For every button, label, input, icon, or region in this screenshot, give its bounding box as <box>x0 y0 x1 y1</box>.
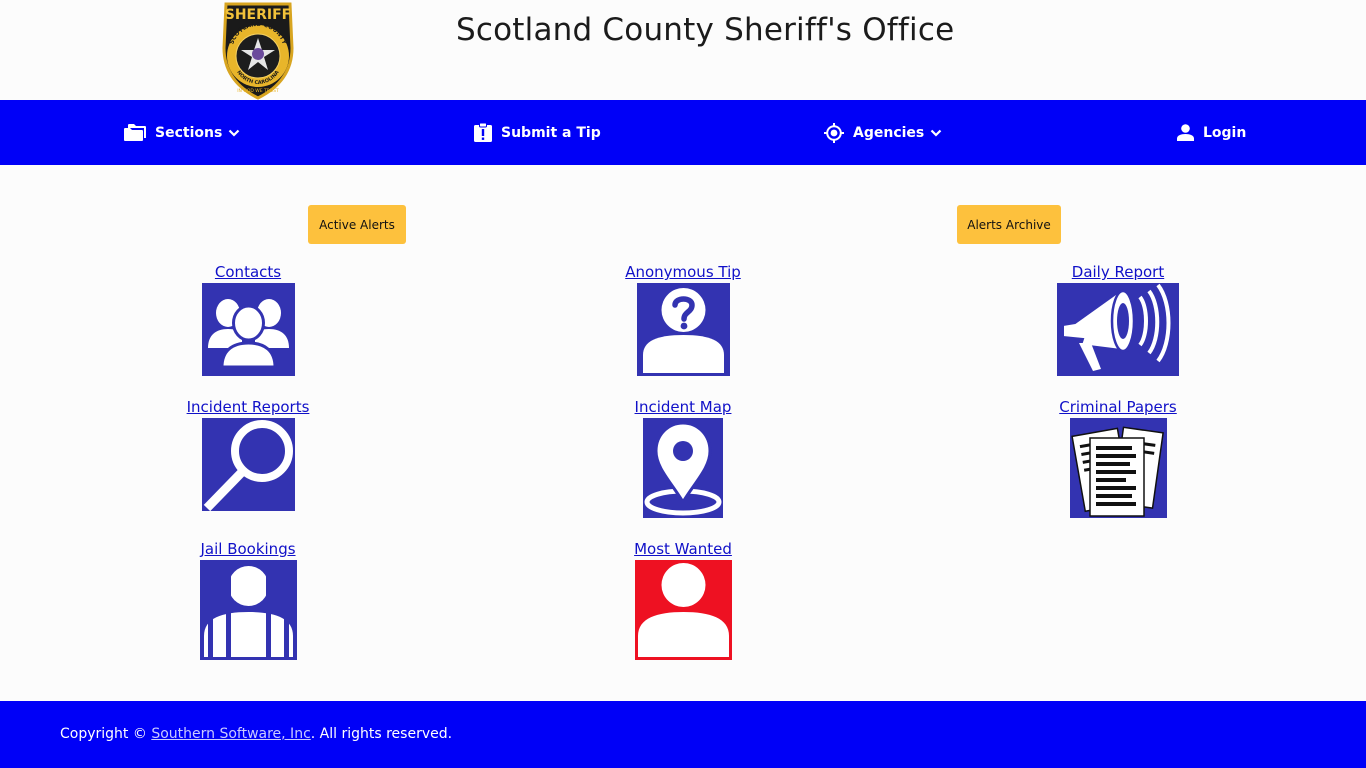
incident-reports-link[interactable]: Incident Reports <box>98 398 398 416</box>
most-wanted-link[interactable]: Most Wanted <box>533 540 833 558</box>
tile-daily-report: Daily Report <box>968 263 1268 376</box>
criminal-papers-link[interactable]: Criminal Papers <box>968 398 1268 416</box>
page-title: Scotland County Sheriff's Office <box>456 12 955 48</box>
user-icon <box>1177 124 1194 141</box>
southern-software-link[interactable]: Southern Software, Inc <box>151 726 310 742</box>
nav-submit-tip-label: Submit a Tip <box>501 124 601 141</box>
tile-jail-bookings: Jail Bookings <box>98 540 398 660</box>
tile-criminal-papers: Criminal Papers <box>968 398 1268 518</box>
site-header: SHERIFF SCOTLAND COUNTY NORTH CAROLINA I… <box>0 0 1366 100</box>
map-pin-icon[interactable] <box>643 418 723 518</box>
wanted-person-icon[interactable] <box>634 560 732 660</box>
logo-top-text: SHERIFF <box>225 7 291 23</box>
anonymous-tip-link[interactable]: Anonymous Tip <box>533 263 833 281</box>
nav-login-label: Login <box>1203 124 1247 141</box>
alerts-archive-button[interactable]: Alerts Archive <box>957 205 1061 244</box>
logo-motto: IN GOD WE TRUST <box>237 88 279 94</box>
nav-agencies-label: Agencies <box>853 124 925 141</box>
clipboard-alert-icon <box>474 123 492 142</box>
main-nav: Sections Submit a Tip Agencies Login <box>0 100 1366 165</box>
nav-agencies-dropdown[interactable]: Agencies <box>824 100 942 165</box>
nav-submit-tip-link[interactable]: Submit a Tip <box>474 100 601 165</box>
megaphone-icon[interactable] <box>1057 283 1179 376</box>
daily-report-link[interactable]: Daily Report <box>968 263 1268 281</box>
copyright-text: Copyright © Southern Software, Inc. All … <box>60 726 452 742</box>
tile-incident-reports: Incident Reports <box>98 398 398 511</box>
copyright-suffix: . All rights reserved. <box>310 726 453 742</box>
tile-most-wanted: Most Wanted <box>533 540 833 660</box>
chevron-down-icon <box>930 129 942 137</box>
jail-bars-icon[interactable] <box>199 560 297 660</box>
sheriff-badge-icon[interactable]: SHERIFF SCOTLAND COUNTY NORTH CAROLINA I… <box>218 0 298 100</box>
tile-contacts: Contacts <box>98 263 398 376</box>
copyright-prefix: Copyright © <box>60 726 152 742</box>
nav-sections-dropdown[interactable]: Sections <box>124 100 240 165</box>
chevron-down-icon <box>229 129 240 137</box>
documents-icon[interactable] <box>1069 418 1167 518</box>
anonymous-person-icon[interactable] <box>636 283 730 376</box>
jail-bookings-link[interactable]: Jail Bookings <box>98 540 398 558</box>
active-alerts-button[interactable]: Active Alerts <box>308 205 406 244</box>
tile-incident-map: Incident Map <box>533 398 833 518</box>
contacts-group-icon[interactable] <box>201 283 295 376</box>
contacts-link[interactable]: Contacts <box>98 263 398 281</box>
nav-login-link[interactable]: Login <box>1177 100 1246 165</box>
incident-map-link[interactable]: Incident Map <box>533 398 833 416</box>
nav-sections-label: Sections <box>155 124 223 141</box>
site-footer: Copyright © Southern Software, Inc. All … <box>0 701 1366 768</box>
crosshair-icon <box>824 122 844 143</box>
tile-anonymous-tip: Anonymous Tip <box>533 263 833 376</box>
folder-icon <box>124 124 146 141</box>
magnifying-glass-icon[interactable] <box>201 418 295 511</box>
